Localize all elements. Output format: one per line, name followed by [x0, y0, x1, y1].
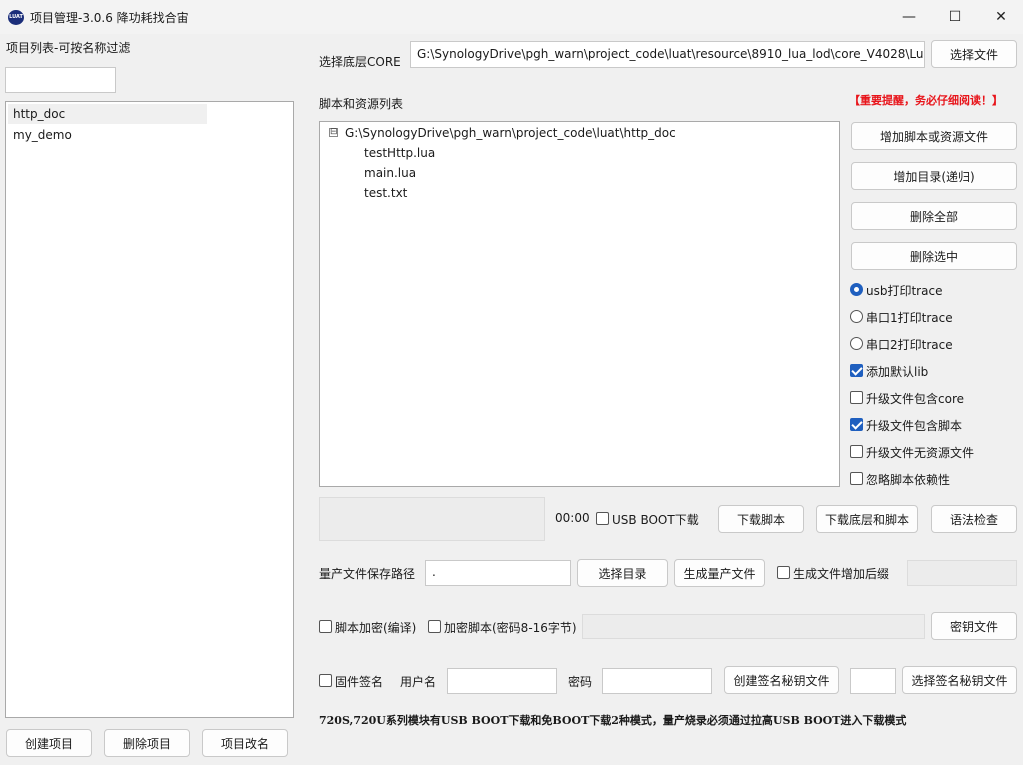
add-default-lib-checkbox[interactable] [850, 364, 863, 377]
select-directory-button[interactable]: 选择目录 [577, 559, 668, 587]
password-label: 密码 [568, 675, 593, 689]
username-input[interactable] [447, 668, 557, 694]
encrypt-script-label: 加密脚本(密码8-16字节) [444, 621, 577, 635]
uart2-trace-label: 串口2打印trace [866, 338, 953, 352]
usb-trace-radio[interactable] [850, 283, 863, 296]
project-list-item-my-demo[interactable]: my_demo [13, 128, 72, 142]
download-script-button[interactable]: 下载脚本 [718, 505, 804, 533]
add-script-button[interactable]: 增加脚本或资源文件 [851, 122, 1017, 150]
generate-production-file-button[interactable]: 生成量产文件 [674, 559, 765, 587]
firmware-sign-checkbox[interactable] [319, 674, 332, 687]
usb-boot-label: USB BOOT下载 [612, 513, 699, 527]
upgrade-core-checkbox[interactable] [850, 391, 863, 404]
delete-selected-button[interactable]: 删除选中 [851, 242, 1017, 270]
add-default-lib-label: 添加默认lib [866, 365, 929, 379]
project-list-item-http-doc[interactable]: http_doc [13, 107, 65, 121]
minimize-button[interactable]: — [886, 0, 932, 34]
project-filter-input[interactable] [5, 67, 116, 93]
add-directory-button[interactable]: 增加目录(递归) [851, 162, 1017, 190]
production-path-input[interactable]: . [425, 560, 571, 586]
production-path-label: 量产文件保存路径 [319, 567, 416, 581]
uart2-trace-radio[interactable] [850, 337, 863, 350]
password-input[interactable] [602, 668, 712, 694]
window-title: 项目管理-3.0.6 降功耗找合宙 [30, 11, 189, 25]
footer-note: 720S,720U系列模块有USB BOOT下载和免BOOT下载2种模式，量产烧… [319, 714, 907, 727]
syntax-check-button[interactable]: 语法检查 [931, 505, 1017, 533]
tree-file-item[interactable]: testHttp.lua [364, 146, 435, 160]
core-label: 选择底层CORE [319, 55, 401, 69]
tree-file-item[interactable]: main.lua [364, 166, 416, 180]
upgrade-script-checkbox[interactable] [850, 418, 863, 431]
progress-box [319, 497, 545, 541]
download-timer: 00:00 [555, 511, 590, 525]
project-list[interactable]: http_doc my_demo [5, 101, 294, 718]
usb-trace-label: usb打印trace [866, 284, 943, 298]
upgrade-script-label: 升级文件包含脚本 [866, 419, 963, 433]
project-filter-label: 项目列表-可按名称过滤 [6, 41, 131, 55]
tree-collapse-icon[interactable]: ⊟ [329, 128, 338, 137]
maximize-button[interactable]: ☐ [932, 0, 978, 34]
add-suffix-label: 生成文件增加后缀 [793, 567, 890, 581]
tree-file-item[interactable]: test.txt [364, 186, 407, 200]
uart1-trace-radio[interactable] [850, 310, 863, 323]
key-file-button[interactable]: 密钥文件 [931, 612, 1017, 640]
script-tree[interactable]: ⊟ G:\SynologyDrive\pgh_warn\project_code… [319, 121, 840, 487]
username-label: 用户名 [400, 675, 437, 689]
script-compile-label: 脚本加密(编译) [335, 621, 417, 635]
ignore-dependency-label: 忽略脚本依赖性 [866, 473, 951, 487]
usb-boot-checkbox[interactable] [596, 512, 609, 525]
upgrade-core-label: 升级文件包含core [866, 392, 964, 406]
create-sign-key-button[interactable]: 创建签名秘钥文件 [724, 666, 839, 694]
download-core-and-script-button[interactable]: 下载底层和脚本 [816, 505, 918, 533]
firmware-sign-label: 固件签名 [335, 675, 384, 689]
script-compile-checkbox[interactable] [319, 620, 332, 633]
app-logo-icon: LUAT [8, 10, 24, 25]
uart1-trace-label: 串口1打印trace [866, 311, 953, 325]
close-button[interactable]: ✕ [978, 0, 1023, 34]
select-core-file-button[interactable]: 选择文件 [931, 40, 1017, 68]
suffix-input [907, 560, 1017, 586]
scripts-label: 脚本和资源列表 [319, 97, 404, 111]
select-sign-key-button[interactable]: 选择签名秘钥文件 [902, 666, 1017, 694]
upgrade-no-resource-checkbox[interactable] [850, 445, 863, 458]
delete-project-button[interactable]: 删除项目 [104, 729, 190, 757]
core-path-input[interactable]: G:\SynologyDrive\pgh_warn\project_code\l… [410, 41, 925, 68]
delete-all-button[interactable]: 删除全部 [851, 202, 1017, 230]
ignore-dependency-checkbox[interactable] [850, 472, 863, 485]
rename-project-button[interactable]: 项目改名 [202, 729, 288, 757]
sign-key-path-input[interactable] [850, 668, 896, 694]
create-project-button[interactable]: 创建项目 [6, 729, 92, 757]
upgrade-no-resource-label: 升级文件无资源文件 [866, 446, 975, 460]
add-suffix-checkbox[interactable] [777, 566, 790, 579]
important-warning-link[interactable]: 【重要提醒，务必仔细阅读！】 [849, 92, 1003, 108]
encrypt-script-checkbox[interactable] [428, 620, 441, 633]
encrypt-password-input [582, 614, 925, 639]
tree-root-folder[interactable]: G:\SynologyDrive\pgh_warn\project_code\l… [345, 126, 676, 140]
